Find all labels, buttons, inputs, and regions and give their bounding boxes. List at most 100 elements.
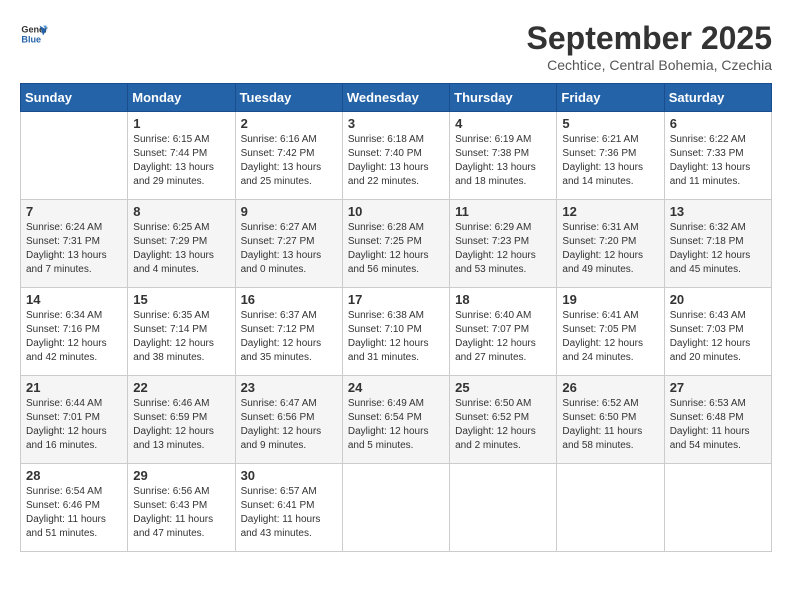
svg-text:Blue: Blue <box>21 34 41 44</box>
calendar-cell: 12Sunrise: 6:31 AM Sunset: 7:20 PM Dayli… <box>557 200 664 288</box>
calendar-cell: 4 Sunrise: 6:19 AM Sunset: 7:38 PM Daylig… <box>450 112 557 200</box>
day-number: 27 <box>670 380 766 395</box>
day-number: 7 <box>26 204 122 219</box>
day-info: Sunrise: 6:22 AM Sunset: 7:33 PM Dayligh… <box>670 133 766 189</box>
calendar: SundayMondayTuesdayWednesdayThursdayFrid… <box>20 83 772 552</box>
calendar-week-row: 21Sunrise: 6:44 AM Sunset: 7:01 PM Dayli… <box>21 376 772 464</box>
calendar-cell: 15 Sunrise: 6:35 AM Sunset: 7:14 PM Dayli… <box>128 288 235 376</box>
day-number: 17 <box>348 292 444 307</box>
day-number: 29 <box>133 468 229 483</box>
day-number: 3 <box>348 116 444 131</box>
day-info: Sunrise: 6:50 AM Sunset: 6:52 PM Dayligh… <box>455 397 551 453</box>
calendar-cell <box>342 464 449 552</box>
day-number: 9 <box>241 204 337 219</box>
day-number: 19 <box>562 292 658 307</box>
day-info: Sunrise: 6:19 AM Sunset: 7:38 PM Dayligh… <box>455 133 551 189</box>
day-info: Sunrise: 6:16 AM Sunset: 7:42 PM Dayligh… <box>241 133 337 189</box>
day-info: Sunrise: 6:24 AM Sunset: 7:31 PM Dayligh… <box>26 221 122 277</box>
day-info: Sunrise: 6:18 AM Sunset: 7:40 PM Dayligh… <box>348 133 444 189</box>
day-info: Sunrise: 6:32 AM Sunset: 7:18 PM Dayligh… <box>670 221 766 277</box>
calendar-cell: 3 Sunrise: 6:18 AM Sunset: 7:40 PM Daylig… <box>342 112 449 200</box>
calendar-cell: 13 Sunrise: 6:32 AM Sunset: 7:18 PM Dayli… <box>664 200 771 288</box>
calendar-cell: 29 Sunrise: 6:56 AM Sunset: 6:43 PM Dayli… <box>128 464 235 552</box>
calendar-cell: 6 Sunrise: 6:22 AM Sunset: 7:33 PM Daylig… <box>664 112 771 200</box>
day-number: 4 <box>455 116 551 131</box>
calendar-cell: 28Sunrise: 6:54 AM Sunset: 6:46 PM Dayli… <box>21 464 128 552</box>
day-number: 11 <box>455 204 551 219</box>
calendar-cell: 19 Sunrise: 6:41 AM Sunset: 7:05 PM Dayli… <box>557 288 664 376</box>
day-header-friday: Friday <box>557 84 664 112</box>
day-info: Sunrise: 6:35 AM Sunset: 7:14 PM Dayligh… <box>133 309 229 365</box>
day-info: Sunrise: 6:41 AM Sunset: 7:05 PM Dayligh… <box>562 309 658 365</box>
day-info: Sunrise: 6:46 AM Sunset: 6:59 PM Dayligh… <box>133 397 229 453</box>
calendar-cell: 14 Sunrise: 6:34 AM Sunset: 7:16 PM Dayli… <box>21 288 128 376</box>
day-number: 14 <box>26 292 122 307</box>
calendar-cell: 21Sunrise: 6:44 AM Sunset: 7:01 PM Dayli… <box>21 376 128 464</box>
calendar-cell: 30 Sunrise: 6:57 AM Sunset: 6:41 PM Dayli… <box>235 464 342 552</box>
day-info: Sunrise: 6:38 AM Sunset: 7:10 PM Dayligh… <box>348 309 444 365</box>
day-number: 10 <box>348 204 444 219</box>
day-info: Sunrise: 6:31 AM Sunset: 7:20 PM Dayligh… <box>562 221 658 277</box>
day-info: Sunrise: 6:49 AM Sunset: 6:54 PM Dayligh… <box>348 397 444 453</box>
calendar-header-row: SundayMondayTuesdayWednesdayThursdayFrid… <box>21 84 772 112</box>
day-info: Sunrise: 6:34 AM Sunset: 7:16 PM Dayligh… <box>26 309 122 365</box>
day-number: 2 <box>241 116 337 131</box>
day-number: 5 <box>562 116 658 131</box>
day-info: Sunrise: 6:47 AM Sunset: 6:56 PM Dayligh… <box>241 397 337 453</box>
day-number: 16 <box>241 292 337 307</box>
calendar-cell <box>21 112 128 200</box>
calendar-cell: 22 Sunrise: 6:46 AM Sunset: 6:59 PM Dayli… <box>128 376 235 464</box>
calendar-cell: 20 Sunrise: 6:43 AM Sunset: 7:03 PM Dayli… <box>664 288 771 376</box>
calendar-cell <box>664 464 771 552</box>
day-info: Sunrise: 6:53 AM Sunset: 6:48 PM Dayligh… <box>670 397 766 453</box>
subtitle: Cechtice, Central Bohemia, Czechia <box>527 57 772 73</box>
day-info: Sunrise: 6:43 AM Sunset: 7:03 PM Dayligh… <box>670 309 766 365</box>
day-number: 20 <box>670 292 766 307</box>
day-number: 25 <box>455 380 551 395</box>
calendar-cell: 16 Sunrise: 6:37 AM Sunset: 7:12 PM Dayli… <box>235 288 342 376</box>
day-info: Sunrise: 6:21 AM Sunset: 7:36 PM Dayligh… <box>562 133 658 189</box>
day-number: 1 <box>133 116 229 131</box>
day-info: Sunrise: 6:56 AM Sunset: 6:43 PM Dayligh… <box>133 485 229 541</box>
calendar-cell: 25 Sunrise: 6:50 AM Sunset: 6:52 PM Dayli… <box>450 376 557 464</box>
logo-icon: General Blue <box>20 20 48 48</box>
calendar-week-row: 28Sunrise: 6:54 AM Sunset: 6:46 PM Dayli… <box>21 464 772 552</box>
logo: General Blue <box>20 20 48 48</box>
day-info: Sunrise: 6:25 AM Sunset: 7:29 PM Dayligh… <box>133 221 229 277</box>
day-number: 22 <box>133 380 229 395</box>
title-section: September 2025 Cechtice, Central Bohemia… <box>527 20 772 73</box>
calendar-cell: 18 Sunrise: 6:40 AM Sunset: 7:07 PM Dayli… <box>450 288 557 376</box>
calendar-cell: 1 Sunrise: 6:15 AM Sunset: 7:44 PM Daylig… <box>128 112 235 200</box>
day-info: Sunrise: 6:27 AM Sunset: 7:27 PM Dayligh… <box>241 221 337 277</box>
calendar-week-row: 14 Sunrise: 6:34 AM Sunset: 7:16 PM Dayli… <box>21 288 772 376</box>
calendar-cell <box>450 464 557 552</box>
calendar-cell: 24 Sunrise: 6:49 AM Sunset: 6:54 PM Dayli… <box>342 376 449 464</box>
day-number: 8 <box>133 204 229 219</box>
day-number: 26 <box>562 380 658 395</box>
calendar-cell: 17 Sunrise: 6:38 AM Sunset: 7:10 PM Dayli… <box>342 288 449 376</box>
day-number: 13 <box>670 204 766 219</box>
day-info: Sunrise: 6:40 AM Sunset: 7:07 PM Dayligh… <box>455 309 551 365</box>
header: General Blue September 2025 Cechtice, Ce… <box>20 20 772 73</box>
calendar-cell: 26Sunrise: 6:52 AM Sunset: 6:50 PM Dayli… <box>557 376 664 464</box>
day-info: Sunrise: 6:15 AM Sunset: 7:44 PM Dayligh… <box>133 133 229 189</box>
calendar-cell: 23Sunrise: 6:47 AM Sunset: 6:56 PM Dayli… <box>235 376 342 464</box>
calendar-cell: 5 Sunrise: 6:21 AM Sunset: 7:36 PM Daylig… <box>557 112 664 200</box>
calendar-cell: 27 Sunrise: 6:53 AM Sunset: 6:48 PM Dayli… <box>664 376 771 464</box>
day-info: Sunrise: 6:57 AM Sunset: 6:41 PM Dayligh… <box>241 485 337 541</box>
calendar-cell: 2 Sunrise: 6:16 AM Sunset: 7:42 PM Daylig… <box>235 112 342 200</box>
day-number: 24 <box>348 380 444 395</box>
day-header-tuesday: Tuesday <box>235 84 342 112</box>
calendar-cell: 8 Sunrise: 6:25 AM Sunset: 7:29 PM Daylig… <box>128 200 235 288</box>
calendar-week-row: 1 Sunrise: 6:15 AM Sunset: 7:44 PM Daylig… <box>21 112 772 200</box>
day-header-saturday: Saturday <box>664 84 771 112</box>
calendar-cell: 10Sunrise: 6:28 AM Sunset: 7:25 PM Dayli… <box>342 200 449 288</box>
day-number: 30 <box>241 468 337 483</box>
day-number: 15 <box>133 292 229 307</box>
day-number: 18 <box>455 292 551 307</box>
day-number: 6 <box>670 116 766 131</box>
calendar-week-row: 7 Sunrise: 6:24 AM Sunset: 7:31 PM Daylig… <box>21 200 772 288</box>
day-info: Sunrise: 6:37 AM Sunset: 7:12 PM Dayligh… <box>241 309 337 365</box>
day-number: 21 <box>26 380 122 395</box>
calendar-cell: 7 Sunrise: 6:24 AM Sunset: 7:31 PM Daylig… <box>21 200 128 288</box>
